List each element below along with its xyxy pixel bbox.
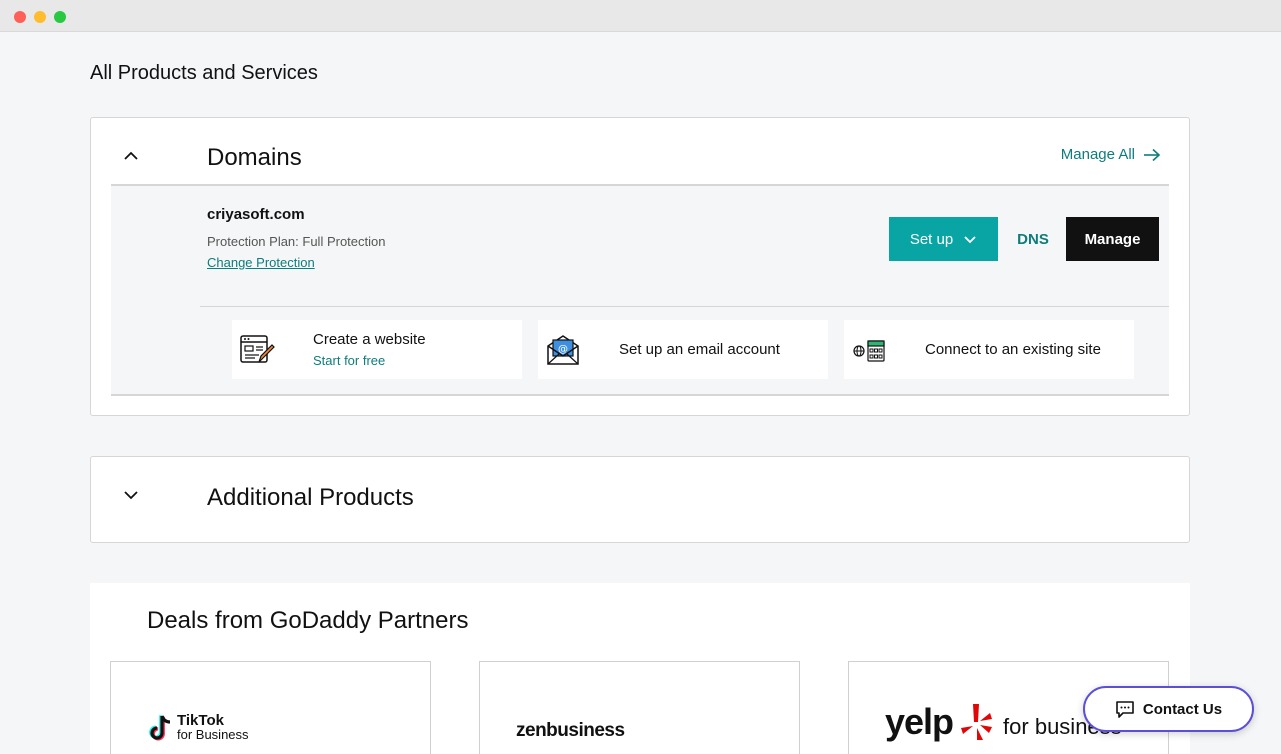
connect-site-tile[interactable]: Connect to an existing site <box>844 320 1134 379</box>
email-envelope-icon: @ <box>547 334 579 365</box>
protection-plan-text: Protection Plan: Full Protection <box>207 234 386 249</box>
contact-us-label: Contact Us <box>1142 700 1223 718</box>
zenbusiness-logo: zenbusiness <box>516 720 625 741</box>
domains-heading: Domains <box>207 144 302 171</box>
change-protection-link[interactable]: Change Protection <box>207 255 315 270</box>
partner-deals-section: Deals from GoDaddy Partners TikTok for B… <box>90 583 1190 754</box>
dns-button[interactable]: DNS <box>1007 217 1059 261</box>
zenbusiness-partner-card[interactable]: zenbusiness <box>479 661 800 754</box>
domain-name[interactable]: criyasoft.com <box>207 206 305 223</box>
setup-dropdown-button[interactable]: Set up <box>889 217 998 261</box>
tiktok-partner-card[interactable]: TikTok for Business <box>110 661 431 754</box>
maximize-window-icon[interactable] <box>54 11 66 23</box>
close-window-icon[interactable] <box>14 11 26 23</box>
chevron-down-icon[interactable] <box>121 485 141 505</box>
email-account-tile[interactable]: @ Set up an email account <box>538 320 828 379</box>
globe-server-icon <box>853 339 885 362</box>
website-builder-icon <box>240 334 275 363</box>
create-website-tile[interactable]: Create a website Start for free <box>232 320 522 379</box>
yelp-name: yelp <box>885 701 954 742</box>
yelp-burst-icon <box>961 704 993 740</box>
create-website-title: Create a website <box>313 331 426 348</box>
additional-products-card[interactable]: Additional Products <box>90 456 1190 543</box>
manage-all-link[interactable]: Manage All <box>1061 146 1161 163</box>
window-titlebar <box>0 0 1281 32</box>
manage-button[interactable]: Manage <box>1066 217 1159 261</box>
setup-button-label: Set up <box>909 230 954 248</box>
divider <box>200 306 1169 307</box>
start-for-free-link[interactable]: Start for free <box>313 353 426 368</box>
deals-title: Deals from GoDaddy Partners <box>147 607 469 634</box>
additional-products-heading: Additional Products <box>207 484 414 511</box>
chat-icon <box>1116 701 1134 718</box>
tiktok-name: TikTok <box>177 712 224 729</box>
tiktok-note-icon <box>149 715 171 741</box>
page-title: All Products and Services <box>90 62 318 84</box>
domains-card: Domains Manage All criyasoft.com Protect… <box>90 117 1190 416</box>
tiktok-logo: TikTok for Business <box>149 712 249 742</box>
chevron-down-icon <box>964 236 976 244</box>
email-account-title: Set up an email account <box>619 341 780 358</box>
connect-site-title: Connect to an existing site <box>925 341 1101 358</box>
tiktok-tagline: for Business <box>177 727 249 742</box>
chevron-up-icon[interactable] <box>121 146 141 166</box>
contact-us-button[interactable]: Contact Us <box>1083 686 1254 732</box>
domain-row: criyasoft.com Protection Plan: Full Prot… <box>111 184 1169 396</box>
manage-all-label: Manage All <box>1060 146 1135 163</box>
arrow-right-icon <box>1144 148 1161 161</box>
minimize-window-icon[interactable] <box>34 11 46 23</box>
